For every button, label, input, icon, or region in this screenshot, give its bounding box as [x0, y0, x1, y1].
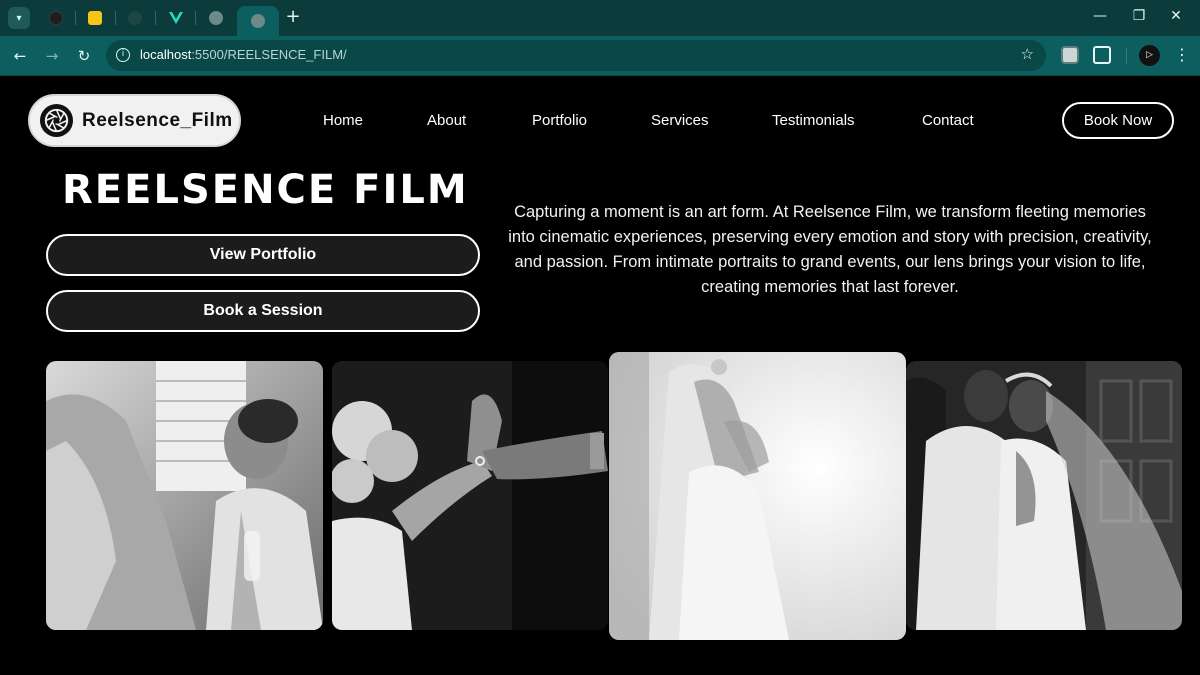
reload-button[interactable]: ↻ [74, 46, 94, 66]
tab-4[interactable] [162, 6, 190, 30]
globe-favicon-icon [251, 14, 265, 28]
site-info-icon[interactable]: i [116, 48, 130, 62]
book-session-button[interactable]: Book a Session [46, 290, 480, 332]
minimize-button[interactable]: — [1090, 8, 1110, 24]
tab-6-active[interactable] [237, 6, 279, 36]
profile-avatar[interactable]: ▷ [1139, 45, 1160, 66]
tab-3[interactable] [121, 6, 149, 30]
hero-description: Capturing a moment is an art form. At Re… [508, 203, 1152, 296]
close-button[interactable]: ✕ [1166, 8, 1186, 24]
url-path: :5500/REELSENCE_FILM/ [191, 47, 347, 62]
site-logo[interactable]: Reelsence_Film [28, 94, 241, 147]
browser-tab-strip: ▾ + — ❐ ✕ [0, 0, 1200, 36]
tab-2[interactable] [81, 6, 109, 30]
tab-search-icon[interactable]: ▾ [8, 7, 30, 29]
notes-favicon-icon [88, 11, 102, 25]
photo-bride-makeup[interactable] [46, 361, 323, 630]
github-favicon-icon [128, 11, 142, 25]
url-text[interactable]: localhost:5500/REELSENCE_FILM/ [140, 47, 347, 62]
restore-button[interactable]: ❐ [1129, 8, 1149, 24]
nav-about[interactable]: About [427, 112, 466, 129]
photo-bride-veil[interactable] [609, 352, 906, 640]
nav-contact[interactable]: Contact [922, 112, 974, 129]
tab-5[interactable] [202, 6, 230, 30]
hero-title: REELSENCE FILM [62, 167, 469, 213]
vercel-favicon-icon [169, 12, 183, 24]
book-now-button[interactable]: Book Now [1062, 102, 1174, 139]
extensions-puzzle-icon[interactable] [1093, 46, 1111, 64]
logo-text: Reelsence_Film [82, 110, 233, 131]
address-bar[interactable]: i localhost:5500/REELSENCE_FILM/ ☆ [106, 40, 1046, 71]
photo-ring-exchange[interactable] [332, 361, 608, 630]
url-host: localhost [140, 47, 192, 62]
back-button[interactable]: ← [10, 46, 30, 66]
browser-menu-icon[interactable]: ⋮ [1174, 45, 1190, 64]
new-tab-button[interactable]: + [284, 8, 302, 26]
tab-1[interactable] [42, 6, 70, 30]
nav-testimonials[interactable]: Testimonials [772, 112, 855, 129]
camera-aperture-icon [39, 103, 74, 138]
forward-button[interactable]: → [42, 46, 62, 66]
browser-toolbar: ← → ↻ i localhost:5500/REELSENCE_FILM/ ☆… [0, 36, 1200, 76]
bookmark-star-icon[interactable]: ☆ [1021, 45, 1034, 63]
page-viewport: Reelsence_Film Home About Portfolio Serv… [0, 77, 1200, 675]
photo-couple-embrace[interactable] [906, 361, 1182, 630]
github-favicon-icon [49, 11, 63, 25]
extension-icon[interactable] [1061, 46, 1079, 64]
globe-favicon-icon [209, 11, 223, 25]
nav-home[interactable]: Home [323, 112, 363, 129]
nav-services[interactable]: Services [651, 112, 709, 129]
nav-portfolio[interactable]: Portfolio [532, 112, 587, 129]
view-portfolio-button[interactable]: View Portfolio [46, 234, 480, 276]
